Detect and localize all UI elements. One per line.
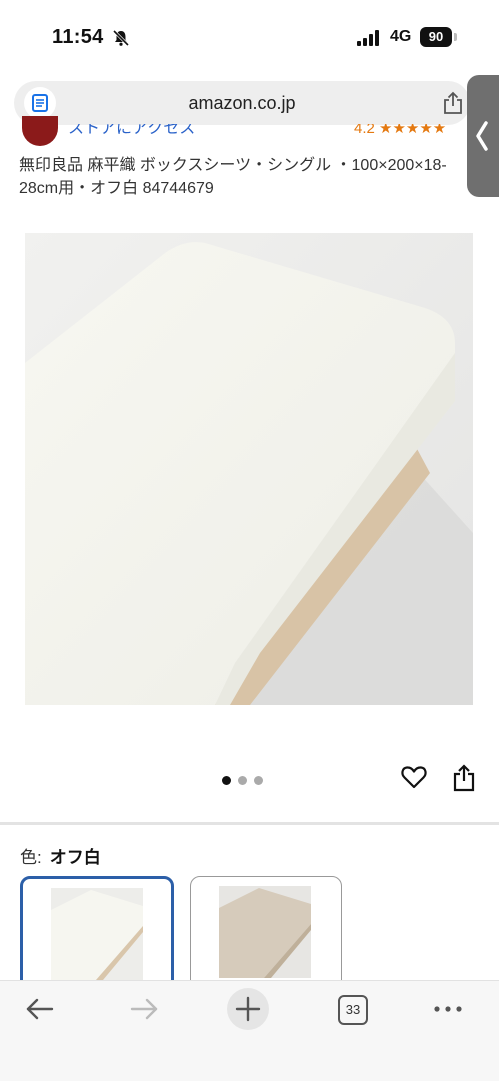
battery-indicator: 90 <box>420 27 452 47</box>
section-divider <box>0 822 499 825</box>
browser-toolbar: 33 <box>0 980 499 1081</box>
bell-slash-icon <box>112 29 130 47</box>
status-time: 11:54 <box>52 26 104 48</box>
back-arrow-icon[interactable] <box>24 993 56 1025</box>
carousel-dot-2[interactable] <box>238 776 247 785</box>
cellular-signal-icon <box>357 30 379 46</box>
share-icon[interactable] <box>442 91 464 115</box>
product-image[interactable] <box>25 233 473 705</box>
seller-logo[interactable] <box>22 116 58 146</box>
heart-icon[interactable] <box>400 763 428 791</box>
swatch-thumbnail <box>51 888 143 980</box>
url-text[interactable]: amazon.co.jp <box>14 93 470 114</box>
carousel-dot-1[interactable] <box>222 776 231 785</box>
chevron-left-icon <box>476 121 488 151</box>
swatch-thumbnail <box>219 886 311 978</box>
network-type: 4G <box>390 28 412 45</box>
fitted-sheet-image <box>25 233 473 705</box>
image-carousel-dots[interactable] <box>222 772 270 790</box>
color-selector-label: 色: オフ白 <box>20 843 101 868</box>
address-bar[interactable]: amazon.co.jp <box>14 81 470 125</box>
color-selected-value: オフ白 <box>49 848 101 867</box>
tab-switcher-button[interactable]: 33 <box>338 995 368 1025</box>
forward-arrow-icon[interactable] <box>128 993 160 1025</box>
side-panel-handle[interactable] <box>467 75 499 197</box>
new-tab-button[interactable] <box>227 988 269 1030</box>
seller-link[interactable]: ストアにアクセス <box>68 124 195 140</box>
share-product-icon[interactable] <box>452 763 476 793</box>
more-menu-icon[interactable] <box>432 993 464 1025</box>
carousel-dot-3[interactable] <box>254 776 263 785</box>
color-label: 色: <box>20 848 42 867</box>
plus-icon <box>235 996 261 1022</box>
status-bar: 11:54 4G 90 <box>0 0 499 75</box>
battery-tip <box>454 33 457 41</box>
product-title: 無印良品 麻平織 ボックスシーツ・シングル ・100×200×18-28cm用・… <box>19 157 447 197</box>
rating-stars[interactable]: 4.2 ★★★★★ <box>354 124 446 140</box>
